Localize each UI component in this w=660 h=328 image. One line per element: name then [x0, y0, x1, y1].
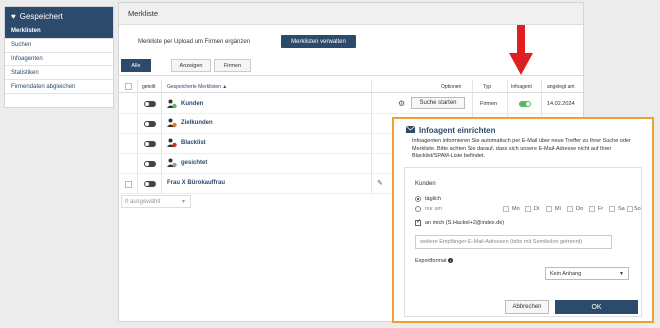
created-date: 14.02.2024: [547, 101, 575, 107]
modal-title-text: Infoagent einrichten: [419, 126, 496, 135]
tab-firmen[interactable]: Firmen: [214, 59, 251, 72]
tab-alle[interactable]: Alle: [121, 59, 151, 72]
edit-icon[interactable]: ✎: [377, 179, 383, 187]
list-name[interactable]: Blacklist: [181, 140, 206, 146]
sidebar-item-infoagenten[interactable]: Infoagenten: [5, 53, 113, 67]
day-checkbox-fr[interactable]: [589, 206, 595, 212]
infoagent-toggle[interactable]: [519, 101, 531, 107]
sidebar-item-statistiken[interactable]: Statistiken: [5, 66, 113, 81]
select-all-checkbox[interactable]: [125, 83, 132, 90]
day-checkbox-mi[interactable]: [546, 206, 552, 212]
sidebar-item-label: Firmendaten abgleichen: [11, 83, 76, 90]
export-format-value: Kein Anhang: [550, 270, 582, 277]
sidebar-header: ♥ Gespeichert: [5, 7, 113, 25]
day-checkbox-do[interactable]: [567, 206, 573, 212]
col-infoagent: Infoagent: [511, 84, 532, 90]
share-toggle[interactable]: [144, 181, 156, 187]
col-angelegt: angelegt am: [547, 84, 575, 90]
modal-title: Infoagent einrichten: [405, 125, 496, 135]
selection-dropdown[interactable]: 0 ausgewählt ▼: [121, 195, 191, 208]
col-geteilt: geteilt: [142, 84, 156, 90]
info-icon[interactable]: i: [448, 258, 454, 264]
col-name[interactable]: Gespeicherte Merklisten ▲: [167, 84, 227, 90]
col-typ: Typ: [483, 84, 492, 90]
gear-icon[interactable]: ⚙: [398, 99, 405, 108]
envelope-icon: [405, 125, 416, 135]
infoagent-modal: Infoagent einrichten Infoagenten informi…: [392, 117, 654, 323]
manage-lists-button[interactable]: Merklisten verwalten: [281, 35, 356, 48]
pointer-arrow-icon: [509, 25, 533, 75]
row-checkbox[interactable]: [125, 181, 132, 188]
sidebar-title: Gespeichert: [19, 11, 63, 21]
share-toggle[interactable]: [144, 121, 156, 127]
chevron-down-icon: ▼: [619, 271, 624, 277]
sidebar-item-label: Merklisten: [11, 28, 41, 35]
modal-form: Kunden täglich nur am Mo Di Mi Do Fr Sa …: [404, 167, 642, 317]
export-label: Exportformat i: [415, 258, 454, 264]
user-target-icon: [167, 118, 177, 128]
day-label: Fr: [598, 206, 604, 212]
list-name[interactable]: Frau X Bürokauffrau: [167, 180, 225, 186]
day-label: Sa: [618, 206, 625, 212]
sidebar-item-label: Statistiken: [11, 69, 39, 76]
day-label: Mi: [555, 206, 561, 212]
radio-on-days-label: nur am: [425, 206, 443, 212]
sidebar-item-label: Suchen: [11, 42, 32, 49]
cancel-button[interactable]: Abbrechen: [505, 300, 549, 314]
list-name[interactable]: Zielkunden: [181, 120, 213, 126]
day-label: Mo: [512, 206, 520, 212]
radio-on-days[interactable]: [415, 206, 421, 212]
additional-recipients-input[interactable]: weitere Empfänger-E-Mail-Adressen (bitte…: [415, 235, 612, 249]
user-view-icon: [167, 158, 177, 168]
day-checkbox-mo[interactable]: [503, 206, 509, 212]
sidebar-item-merklisten[interactable]: Merklisten: [5, 25, 113, 39]
ok-button[interactable]: OK: [555, 300, 638, 314]
share-toggle[interactable]: [144, 101, 156, 107]
sidebar-item-firmendaten[interactable]: Firmendaten abgleichen: [5, 80, 113, 94]
sidebar-item-suchen[interactable]: Suchen: [5, 39, 113, 53]
email-me-label: an mich (S.Hackel+2@index.de): [425, 220, 505, 226]
list-name[interactable]: Kunden: [181, 101, 203, 107]
export-format-select[interactable]: Kein Anhang ▼: [545, 267, 629, 280]
page-title: Merkliste: [119, 3, 583, 25]
sidebar: ♥ Gespeichert Merklisten Suchen Infoagen…: [4, 6, 114, 108]
heart-icon: ♥: [11, 11, 16, 21]
section-label: Kunden: [415, 181, 436, 187]
selection-count: 0 ausgewählt: [125, 198, 161, 205]
upload-label: Merkliste per Upload um Firmen ergänzen: [138, 39, 251, 45]
day-label: So: [634, 206, 641, 212]
share-toggle[interactable]: [144, 161, 156, 167]
email-me-checkbox[interactable]: ✓: [415, 219, 422, 226]
day-checkbox-di[interactable]: [525, 206, 531, 212]
radio-daily-label: täglich: [425, 196, 441, 202]
check-icon: ✓: [416, 219, 422, 225]
share-toggle[interactable]: [144, 141, 156, 147]
list-type: Firmen: [480, 101, 498, 107]
start-search-button[interactable]: Suche starten: [411, 97, 465, 109]
user-block-icon: [167, 138, 177, 148]
list-name[interactable]: gesichtet: [181, 160, 207, 166]
day-label: Di: [534, 206, 540, 212]
col-optionen: Optionen: [441, 84, 462, 90]
user-check-icon: [167, 99, 177, 109]
tab-anzeigen[interactable]: Anzeigen: [171, 59, 211, 72]
day-label: Do: [576, 206, 584, 212]
modal-description: Infoagenten informieren Sie automatisch …: [412, 138, 631, 159]
chevron-down-icon: ▼: [181, 199, 186, 205]
radio-daily[interactable]: [415, 196, 421, 202]
sidebar-item-label: Infoagenten: [11, 55, 43, 62]
day-checkbox-so[interactable]: [627, 206, 633, 212]
day-checkbox-sa[interactable]: [609, 206, 615, 212]
